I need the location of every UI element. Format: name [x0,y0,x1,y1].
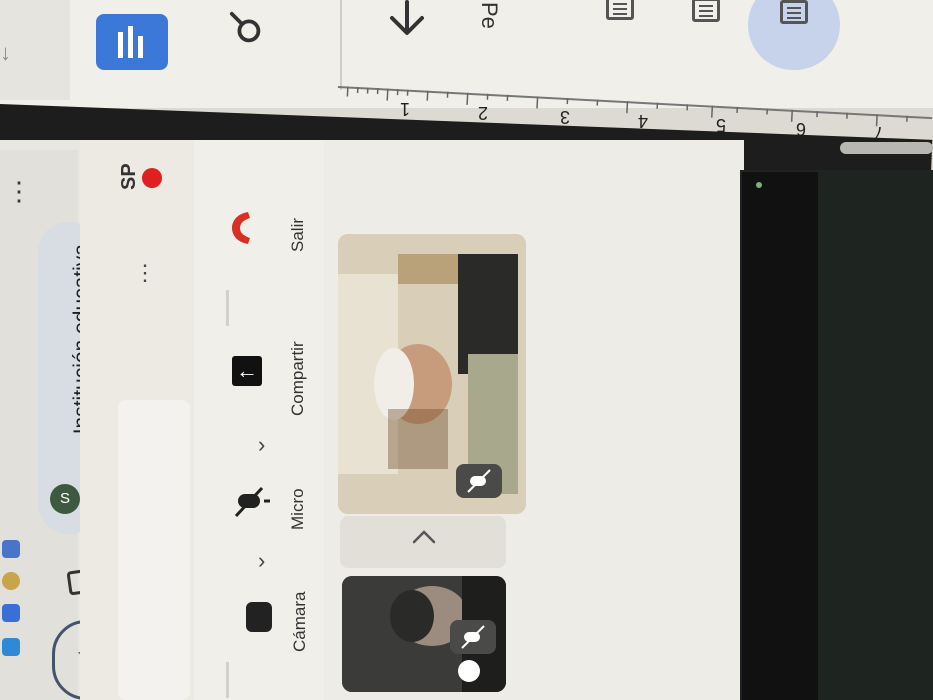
search-icon[interactable] [228,10,266,48]
secondary-window-edge [742,172,818,700]
format-icon[interactable] [692,0,720,22]
avatar-initials: SP [118,163,140,190]
sidebar-panel [118,400,190,700]
meet-more-icon[interactable]: ⋮ [134,260,156,286]
toolbar-divider [340,0,342,90]
effects-icon[interactable] [458,660,480,682]
site-chip-badge: S [50,484,80,514]
bezel-highlight [840,142,933,154]
mic-off-icon[interactable] [232,482,272,522]
ruler-number: 1 [400,99,411,119]
camera-icon[interactable] [246,602,272,632]
browser-more-icon[interactable]: ⋮ [6,176,32,207]
camera-label: Cámara [290,591,309,652]
camera-options-chevron-icon[interactable]: › [258,548,265,574]
self-muted-icon [450,620,496,654]
mic-label: Micro [288,488,307,530]
leave-call-icon[interactable] [226,208,256,248]
participant-muted-icon [456,464,502,498]
favicon-icon[interactable] [2,604,20,622]
mic-options-chevron-icon[interactable]: › [258,432,265,458]
self-view-tile[interactable] [342,576,506,692]
docs-app-icon[interactable] [96,14,168,70]
site-chip-label-wrap: Institución educativa [44,244,93,474]
favicon-strip [0,520,26,700]
avatar[interactable]: SP [118,163,162,212]
favicon-icon[interactable] [2,540,20,558]
favicon-icon[interactable] [2,638,20,656]
docs-tab-label[interactable]: Pe [476,2,502,29]
favicon-icon[interactable] [2,572,20,590]
notification-dot [142,168,162,188]
ruler-number: 3 [560,107,571,127]
share-screen-icon[interactable] [232,356,262,386]
share-label: Compartir [288,341,307,416]
control-separator [226,290,229,326]
download-icon[interactable] [384,0,430,46]
format-icon-active[interactable] [780,0,808,24]
leave-label: Salir [288,217,307,252]
camera-indicator-dot [756,182,762,188]
format-icon[interactable] [606,0,634,20]
participant-tile[interactable] [338,234,526,514]
chevron-up-icon[interactable] [410,524,438,552]
arrow-down-icon[interactable]: ↓ [0,40,11,66]
control-separator [226,662,229,698]
ruler-number: 2 [478,103,489,123]
